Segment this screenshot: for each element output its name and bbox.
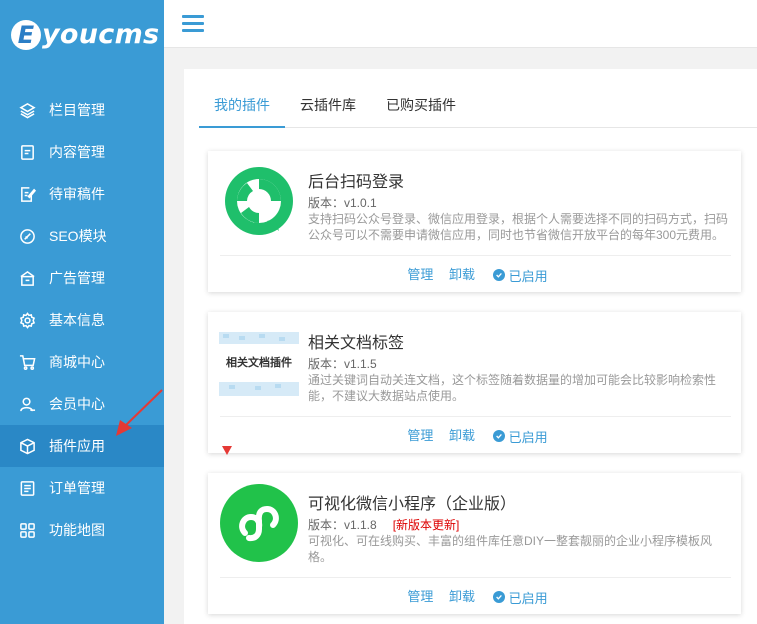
- check-circle-icon: [492, 269, 505, 281]
- plugin-title: 相关文档标签: [308, 335, 405, 352]
- plugin-version: 版本：v1.0.1: [308, 196, 377, 210]
- sidebar-item-shop[interactable]: 商城中心: [0, 341, 164, 383]
- document-icon: [18, 143, 36, 161]
- manage-link[interactable]: 管理: [407, 267, 433, 282]
- user-icon: [18, 395, 36, 413]
- plugin-description: 可视化、可在线购买、丰富的组件库任意DIY一整套靓丽的企业小程序模板风格。: [308, 534, 713, 564]
- wechat-logo-icon: [219, 161, 299, 241]
- thumbnail-text: 相关文档插件: [226, 357, 292, 369]
- plugin-version: 版本：v1.1.5: [308, 357, 377, 371]
- enabled-status: 已启用: [492, 427, 548, 446]
- edit-document-icon: [18, 185, 36, 203]
- plugin-card-related-docs: 相关文档插件 相关文档标签 版本：v1.1.5 通过关键词自动关连文档，这个标签…: [208, 312, 741, 453]
- enabled-status: 已启用: [492, 266, 548, 285]
- grid-icon: [18, 521, 36, 539]
- seo-icon: [18, 227, 36, 245]
- manage-link[interactable]: 管理: [407, 428, 433, 443]
- uninstall-link[interactable]: 卸载: [449, 589, 475, 604]
- check-circle-icon: [492, 591, 505, 603]
- sidebar-item-label: 栏目管理: [49, 102, 105, 118]
- card-divider: [220, 577, 731, 578]
- sidebar-item-label: SEO模块: [49, 228, 107, 244]
- sidebar-item-basic-info[interactable]: 基本信息: [0, 299, 164, 341]
- card-divider: [220, 255, 731, 256]
- plugin-description: 通过关键词自动关连文档，这个标签随着数据量的增加可能会比较影响检索性能，不建议大…: [308, 373, 717, 403]
- order-icon: [18, 479, 36, 497]
- plugin-tabs: 我的插件 云插件库 已购买插件: [199, 87, 757, 128]
- plugin-actions: 管理 卸载 已启用: [208, 425, 741, 446]
- sidebar-item-label: 会员中心: [49, 396, 105, 412]
- uninstall-link[interactable]: 卸载: [449, 267, 475, 282]
- sidebar-item-label: 插件应用: [49, 438, 105, 454]
- tab-purchased-plugins[interactable]: 已购买插件: [371, 87, 471, 127]
- plugin-actions: 管理 卸载 已启用: [208, 264, 741, 285]
- sidebar-item-seo[interactable]: SEO模块: [0, 215, 164, 257]
- sidebar-item-label: 基本信息: [49, 312, 105, 328]
- logo-badge: E: [11, 19, 41, 50]
- sidebar-item-label: 内容管理: [49, 144, 105, 160]
- plugin-title: 后台扫码登录: [308, 174, 405, 191]
- check-circle-icon: [492, 430, 505, 442]
- plugin-actions: 管理 卸载 已启用: [208, 586, 741, 607]
- plugin-title: 可视化微信小程序（企业版）: [308, 496, 517, 513]
- sidebar-item-content-management[interactable]: 内容管理: [0, 131, 164, 173]
- menu-toggle-icon[interactable]: [182, 15, 204, 33]
- enabled-status: 已启用: [492, 588, 548, 607]
- sidebar-item-column-management[interactable]: 栏目管理: [0, 89, 164, 131]
- mini-program-logo-icon: [219, 483, 299, 563]
- sidebar-item-label: 功能地图: [49, 522, 105, 538]
- plugin-version: 版本：v1.1.8 [新版本更新]: [308, 518, 460, 532]
- ad-icon: [18, 269, 36, 287]
- sidebar-item-members[interactable]: 会员中心: [0, 383, 164, 425]
- tab-cloud-plugins[interactable]: 云插件库: [285, 87, 371, 127]
- manage-link[interactable]: 管理: [407, 589, 433, 604]
- plugin-card-wechat-miniprogram: 可视化微信小程序（企业版） 版本：v1.1.8 [新版本更新] 可视化、可在线购买…: [208, 473, 741, 614]
- related-docs-thumbnail: 相关文档插件: [219, 322, 299, 402]
- card-divider: [220, 416, 731, 417]
- sidebar-item-label: 广告管理: [49, 270, 105, 286]
- sidebar-item-label: 订单管理: [49, 480, 105, 496]
- sidebar-item-pending-review[interactable]: 待审稿件: [0, 173, 164, 215]
- cart-icon: [18, 353, 36, 371]
- gear-icon: [18, 311, 36, 329]
- eyoucms-logo[interactable]: E youcms: [11, 19, 159, 50]
- sidebar-item-label: 待审稿件: [49, 186, 105, 202]
- logo-text: youcms: [42, 19, 160, 50]
- update-badge[interactable]: [新版本更新]: [393, 518, 460, 532]
- uninstall-link[interactable]: 卸载: [449, 428, 475, 443]
- plugin-panel: 我的插件 云插件库 已购买插件 后台扫码登录 版本：v1.0.1 支持扫码公众号…: [184, 69, 757, 624]
- sidebar-item-plugins[interactable]: 插件应用: [0, 425, 164, 467]
- sidebar-nav: 栏目管理 内容管理 待审稿件 SEO模块 广告管理 基本信息 商城中心 会员中心…: [0, 89, 164, 551]
- plugin-cube-icon: [18, 437, 36, 455]
- layers-icon: [18, 101, 36, 119]
- sidebar-item-orders[interactable]: 订单管理: [0, 467, 164, 509]
- top-bar: [164, 0, 757, 48]
- plugin-description: 支持扫码公众号登录、微信应用登录，根据个人需要选择不同的扫码方式，扫码公众号可以…: [308, 212, 729, 242]
- sidebar-item-label: 商城中心: [49, 354, 105, 370]
- tab-my-plugins[interactable]: 我的插件: [199, 87, 285, 128]
- sidebar-item-ads[interactable]: 广告管理: [0, 257, 164, 299]
- plugin-card-qr-login: 后台扫码登录 版本：v1.0.1 支持扫码公众号登录、微信应用登录，根据个人需要…: [208, 151, 741, 292]
- sidebar: E youcms 栏目管理 内容管理 待审稿件 SEO模块 广告管理 基本信息: [0, 0, 164, 624]
- sidebar-item-feature-map[interactable]: 功能地图: [0, 509, 164, 551]
